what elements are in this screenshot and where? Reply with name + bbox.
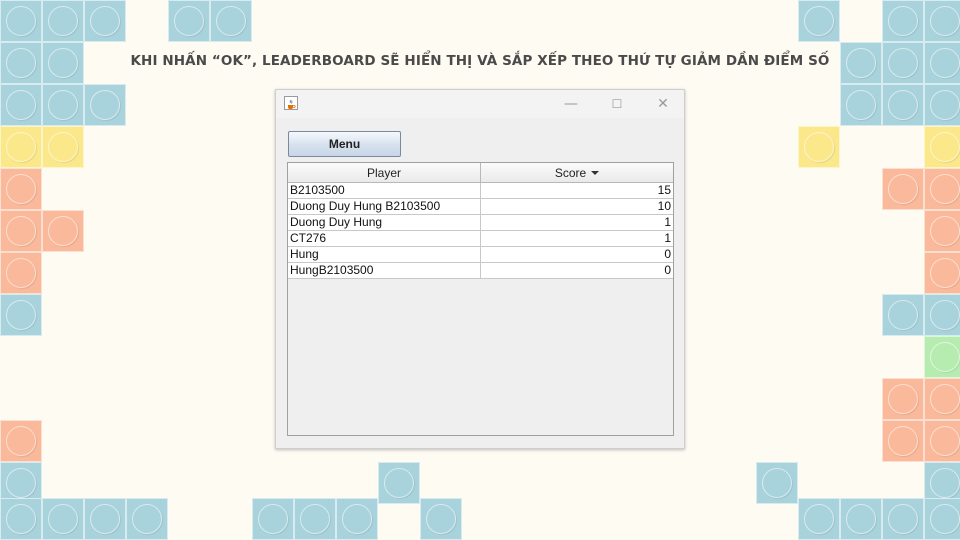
lego-brick [924, 0, 960, 42]
lego-brick [924, 378, 960, 420]
lego-brick [924, 126, 960, 168]
lego-brick [798, 126, 840, 168]
lego-brick [294, 498, 336, 540]
lego-brick [798, 498, 840, 540]
score-cell[interactable]: 15 [480, 182, 673, 199]
lego-brick [0, 126, 42, 168]
lego-brick [882, 498, 924, 540]
lego-brick [336, 498, 378, 540]
lego-brick [924, 498, 960, 540]
lego-brick [42, 42, 84, 84]
lego-brick [42, 126, 84, 168]
lego-brick [0, 498, 42, 540]
lego-brick [924, 252, 960, 294]
leaderboard-table-pane[interactable]: Player Score B2103500 15 Duong Duy Hung B… [287, 162, 674, 436]
lego-brick [42, 498, 84, 540]
lego-brick [924, 294, 960, 336]
lego-brick [42, 210, 84, 252]
leaderboard-table: Player Score B2103500 15 Duong Duy Hung B… [288, 163, 673, 279]
table-header-row: Player Score [288, 163, 673, 183]
player-cell[interactable]: B2103500 [288, 182, 481, 199]
lego-brick [0, 252, 42, 294]
table-row[interactable]: HungB2103500 0 [288, 262, 673, 279]
lego-brick [420, 498, 462, 540]
lego-brick [0, 42, 42, 84]
lego-brick [882, 0, 924, 42]
lego-brick [0, 210, 42, 252]
lego-brick [840, 498, 882, 540]
lego-brick [84, 498, 126, 540]
lego-brick [0, 294, 42, 336]
table-row[interactable]: B2103500 15 [288, 182, 673, 199]
lego-brick [42, 0, 84, 42]
player-cell[interactable]: CT276 [288, 230, 481, 247]
score-cell[interactable]: 1 [480, 214, 673, 231]
lego-brick [84, 0, 126, 42]
lego-brick [924, 84, 960, 126]
lego-brick [756, 462, 798, 504]
player-cell[interactable]: Duong Duy Hung [288, 214, 481, 231]
lego-brick [252, 498, 294, 540]
lego-brick [0, 84, 42, 126]
lego-brick [924, 420, 960, 462]
window-titlebar[interactable]: — ☐ ✕ [276, 90, 684, 118]
close-button[interactable]: ✕ [648, 94, 678, 114]
lego-brick [882, 84, 924, 126]
table-row[interactable]: Duong Duy Hung B2103500 10 [288, 198, 673, 215]
player-cell[interactable]: Duong Duy Hung B2103500 [288, 198, 481, 215]
menu-button[interactable]: Menu [288, 131, 401, 157]
table-row[interactable]: Duong Duy Hung 1 [288, 214, 673, 231]
lego-brick [42, 84, 84, 126]
sort-descending-icon [591, 171, 600, 176]
lego-brick [882, 378, 924, 420]
lego-brick [798, 0, 840, 42]
score-cell[interactable]: 1 [480, 230, 673, 247]
lego-brick [924, 42, 960, 84]
lego-brick [126, 498, 168, 540]
lego-brick [882, 420, 924, 462]
lego-brick [882, 294, 924, 336]
lego-brick [0, 420, 42, 462]
lego-brick [882, 42, 924, 84]
column-header-score[interactable]: Score [480, 163, 673, 183]
score-cell[interactable]: 10 [480, 198, 673, 215]
lego-brick [924, 336, 960, 378]
maximize-button[interactable]: ☐ [602, 94, 632, 114]
lego-brick [378, 462, 420, 504]
lego-brick [0, 168, 42, 210]
lego-brick [84, 84, 126, 126]
slide-caption: KHI NHẤN “OK”, LEADERBOARD SẼ HIỂN THỊ V… [130, 53, 830, 69]
lego-brick [210, 0, 252, 42]
java-cup-icon [284, 96, 298, 110]
leaderboard-window: — ☐ ✕ Menu Player Score B2103500 15 Duong… [275, 89, 685, 449]
column-header-player[interactable]: Player [288, 163, 481, 183]
score-cell[interactable]: 0 [480, 262, 673, 279]
score-cell[interactable]: 0 [480, 246, 673, 263]
lego-brick [840, 84, 882, 126]
lego-brick [882, 168, 924, 210]
table-row[interactable]: CT276 1 [288, 230, 673, 247]
lego-brick [924, 168, 960, 210]
lego-brick [168, 0, 210, 42]
lego-brick [924, 210, 960, 252]
table-row[interactable]: Hung 0 [288, 246, 673, 263]
lego-brick [0, 0, 42, 42]
minimize-button[interactable]: — [556, 94, 586, 114]
player-cell[interactable]: Hung [288, 246, 481, 263]
player-cell[interactable]: HungB2103500 [288, 262, 481, 279]
